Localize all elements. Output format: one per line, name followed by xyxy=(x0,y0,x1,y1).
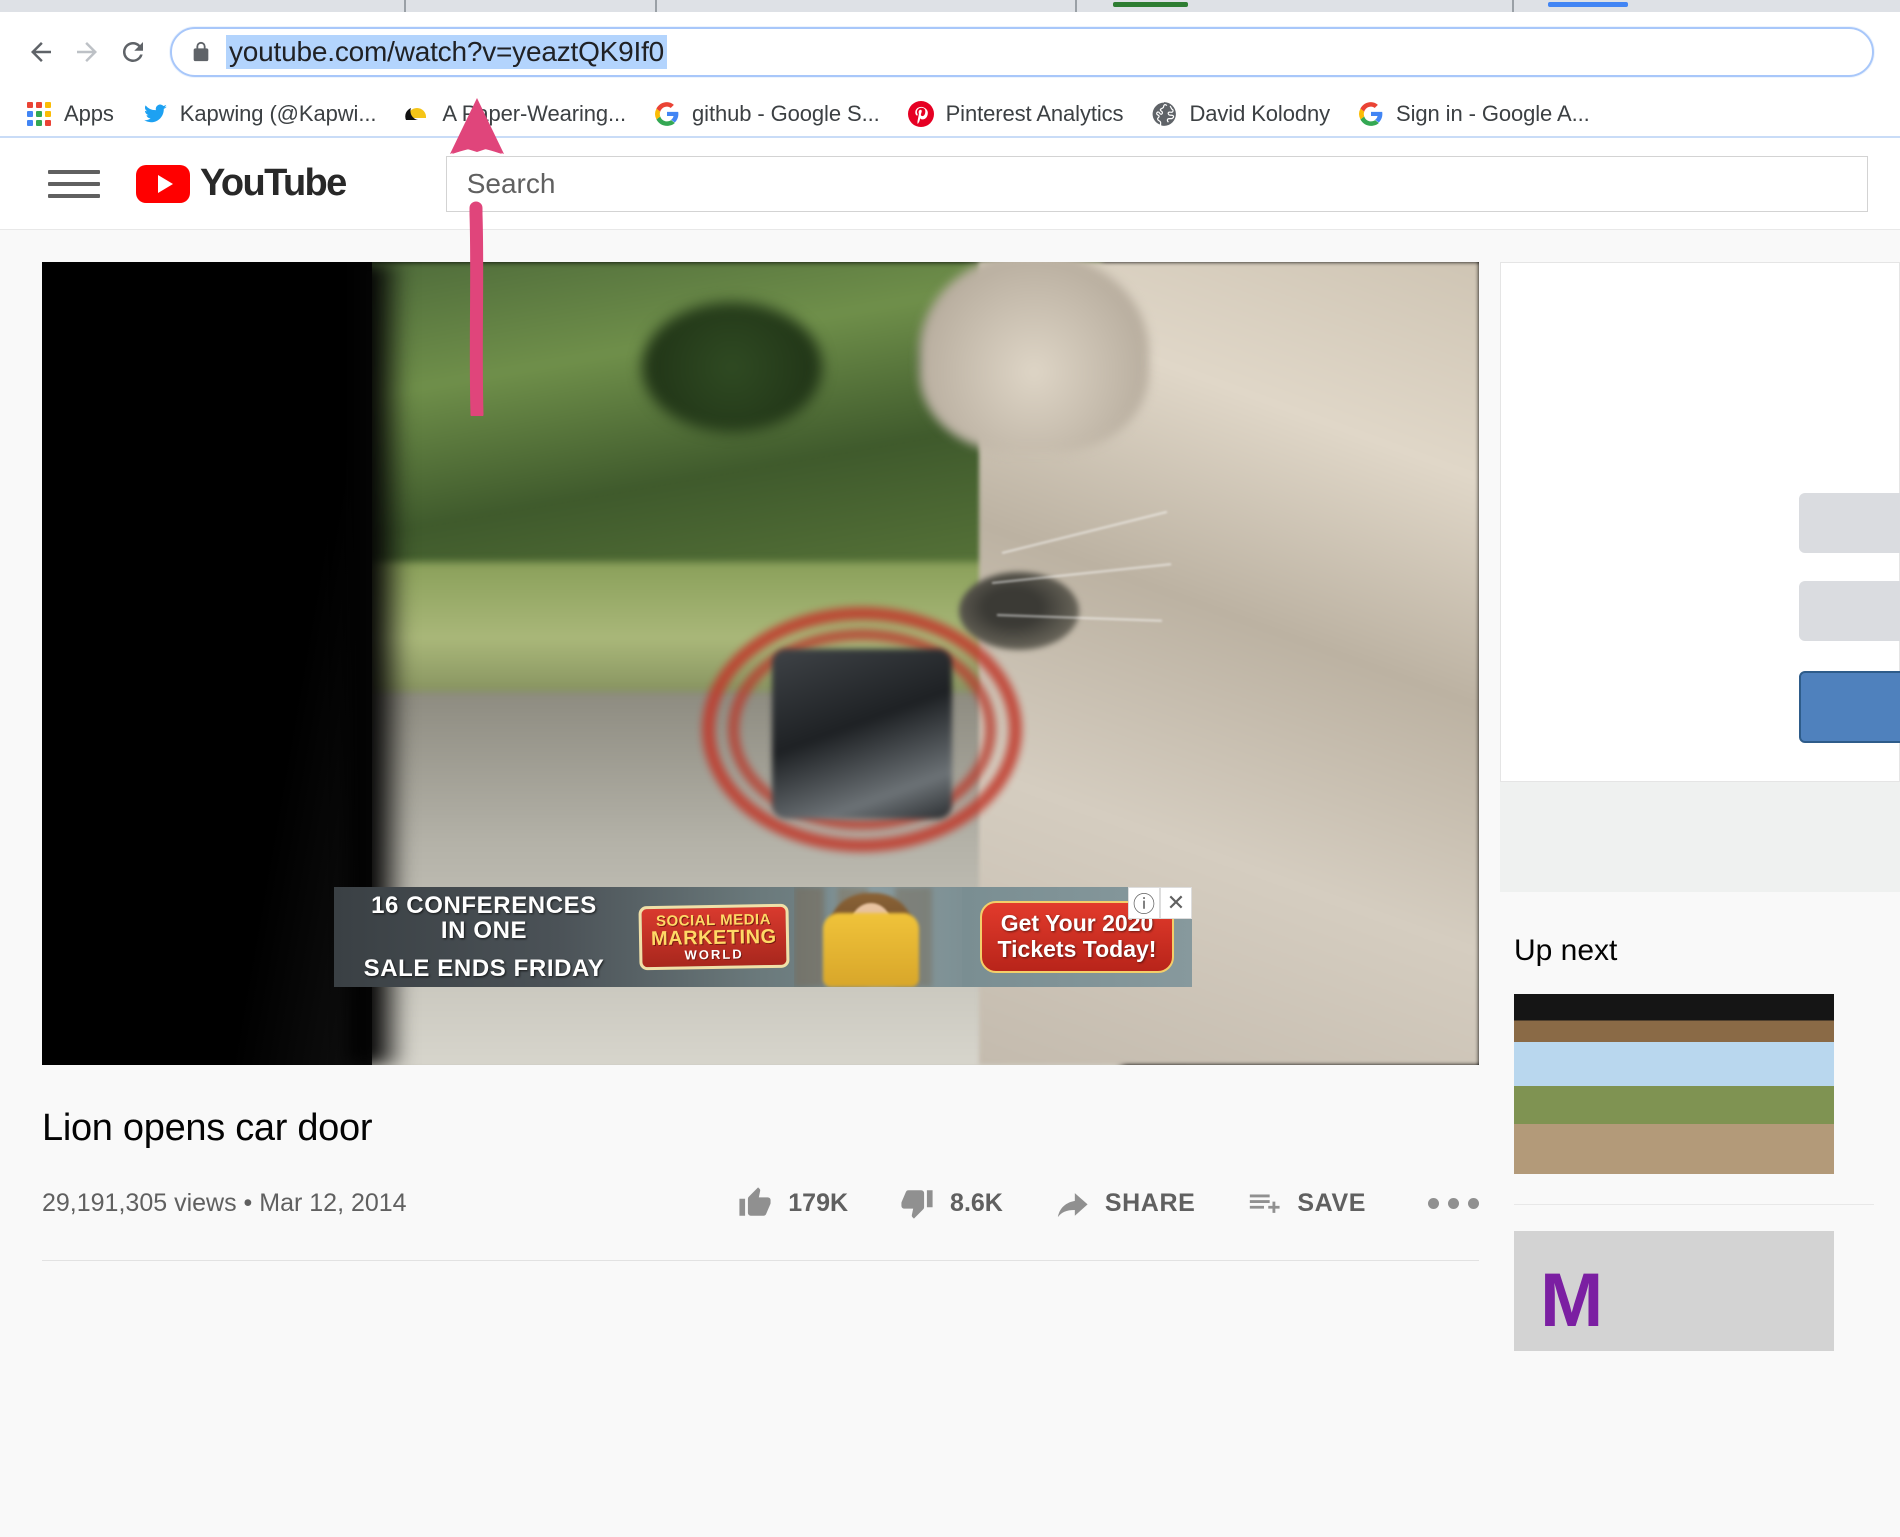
ad-headline: 16 CONFERENCES IN ONE SALE ENDS FRIDAY xyxy=(334,887,634,987)
like-button[interactable]: 179K xyxy=(738,1186,848,1220)
promo-placeholder-1[interactable] xyxy=(1799,493,1900,553)
info-icon[interactable]: ⓘ xyxy=(1128,887,1160,919)
bookmark-pinterest[interactable]: Pinterest Analytics xyxy=(894,97,1138,131)
up-next-label: Up next xyxy=(1514,934,1860,968)
like-count: 179K xyxy=(788,1189,848,1218)
bookmark-label: Kapwing (@Kapwi... xyxy=(180,101,377,127)
save-label: SAVE xyxy=(1297,1189,1366,1218)
search-placeholder: Search xyxy=(467,168,556,200)
back-button[interactable] xyxy=(18,29,64,75)
ad-line-3: SALE ENDS FRIDAY xyxy=(364,955,605,983)
view-count-and-date: 29,191,305 views • Mar 12, 2014 xyxy=(42,1189,407,1218)
related-video-thumbnail-2[interactable]: M xyxy=(1514,1231,1834,1351)
publish-date: Mar 12, 2014 xyxy=(259,1189,406,1217)
bookmark-apps[interactable]: Apps xyxy=(12,97,128,131)
ad-line-1: 16 CONFERENCES xyxy=(371,893,597,918)
bookmark-label: A Paper-Wearing... xyxy=(442,101,626,127)
ad-line-2: IN ONE xyxy=(441,918,527,943)
cap-icon xyxy=(404,101,430,127)
video-focus-ring xyxy=(702,607,1022,852)
sidebar-promo-footer xyxy=(1500,782,1900,892)
video-actions: 179K 8.6K xyxy=(686,1186,1479,1220)
youtube-play-icon xyxy=(136,165,190,203)
arrow-right-icon xyxy=(72,37,102,67)
bookmark-label: Pinterest Analytics xyxy=(946,101,1124,127)
metadata-divider xyxy=(42,1260,1479,1261)
forward-button[interactable] xyxy=(64,29,110,75)
hamburger-menu-icon[interactable] xyxy=(48,170,100,198)
bookmark-paper-wearing[interactable]: A Paper-Wearing... xyxy=(390,97,640,131)
youtube-body: 16 CONFERENCES IN ONE SALE ENDS FRIDAY S… xyxy=(0,230,1900,1351)
save-button[interactable]: SAVE xyxy=(1247,1186,1366,1220)
youtube-logo-text: YouTube xyxy=(200,162,346,205)
bookmark-label: David Kolodny xyxy=(1189,101,1330,127)
ad-brand-line-2: MARKETING xyxy=(651,927,777,949)
dislike-button[interactable]: 8.6K xyxy=(900,1186,1003,1220)
youtube-header: YouTube Search xyxy=(0,138,1900,230)
ad-controls: ⓘ ✕ xyxy=(1128,887,1192,919)
share-arrow-icon xyxy=(1055,1186,1089,1220)
view-count: 29,191,305 views xyxy=(42,1189,237,1217)
reload-button[interactable] xyxy=(110,29,156,75)
google-g-icon xyxy=(654,101,680,127)
ellipsis-icon[interactable] xyxy=(1428,1198,1479,1209)
globe-icon xyxy=(1151,101,1177,127)
promo-primary-button[interactable] xyxy=(1799,671,1900,743)
close-icon[interactable]: ✕ xyxy=(1160,887,1192,919)
meta-separator: • xyxy=(244,1189,253,1217)
bookmark-github[interactable]: github - Google S... xyxy=(640,97,894,131)
tab-strip xyxy=(0,0,1900,12)
browser-toolbar: youtube.com/watch?v=yeaztQK9If0 xyxy=(0,12,1900,91)
bookmarks-bar: Apps Kapwing (@Kapwi... A Paper-Wearing.… xyxy=(0,91,1900,138)
ad-person-photo xyxy=(794,887,962,987)
video-player[interactable]: 16 CONFERENCES IN ONE SALE ENDS FRIDAY S… xyxy=(42,262,1479,1065)
add-to-playlist-icon xyxy=(1247,1186,1281,1220)
sidebar-promo-card[interactable] xyxy=(1500,262,1900,782)
channel-letter-icon: M xyxy=(1540,1257,1603,1344)
browser-window: youtube.com/watch?v=yeaztQK9If0 Apps Kap… xyxy=(0,0,1900,1537)
apps-grid-icon xyxy=(26,101,52,127)
bookmark-kapwing[interactable]: Kapwing (@Kapwi... xyxy=(128,97,391,131)
bookmark-label: Sign in - Google A... xyxy=(1396,101,1590,127)
share-label: SHARE xyxy=(1105,1189,1196,1218)
thumbs-down-icon xyxy=(900,1186,934,1220)
bookmark-signin-google[interactable]: Sign in - Google A... xyxy=(1344,97,1604,131)
youtube-logo[interactable]: YouTube xyxy=(136,162,346,205)
ad-brand-logo: SOCIAL MEDIA MARKETING WORLD xyxy=(634,887,794,987)
page-title: Lion opens car door xyxy=(42,1107,1479,1150)
thumbs-up-icon xyxy=(738,1186,772,1220)
related-video-thumbnail[interactable] xyxy=(1514,994,1834,1174)
twitter-icon xyxy=(142,101,168,127)
pinterest-icon xyxy=(908,101,934,127)
sidebar-divider xyxy=(1514,1204,1874,1205)
address-bar[interactable]: youtube.com/watch?v=yeaztQK9If0 xyxy=(170,27,1874,77)
youtube-page: YouTube Search xyxy=(0,138,1900,1537)
video-metadata: Lion opens car door 29,191,305 views • M… xyxy=(42,1065,1479,1261)
secondary-column: Up next M xyxy=(1480,262,1860,1351)
url-text[interactable]: youtube.com/watch?v=yeaztQK9If0 xyxy=(226,35,667,69)
bookmark-label: github - Google S... xyxy=(692,101,880,127)
primary-column: 16 CONFERENCES IN ONE SALE ENDS FRIDAY S… xyxy=(0,262,1480,1351)
ad-cta-line-2: Tickets Today! xyxy=(998,937,1157,963)
dislike-count: 8.6K xyxy=(950,1189,1003,1218)
reload-icon xyxy=(118,37,148,67)
bookmark-label: Apps xyxy=(64,101,114,127)
lock-icon xyxy=(190,40,212,64)
promo-placeholder-2[interactable] xyxy=(1799,581,1900,641)
share-button[interactable]: SHARE xyxy=(1055,1186,1196,1220)
video-ad-overlay[interactable]: 16 CONFERENCES IN ONE SALE ENDS FRIDAY S… xyxy=(334,887,1192,987)
google-g-icon xyxy=(1358,101,1384,127)
search-input[interactable]: Search xyxy=(446,156,1868,212)
arrow-left-icon xyxy=(26,37,56,67)
video-stats-row: 29,191,305 views • Mar 12, 2014 179K xyxy=(42,1186,1479,1220)
bookmark-david-kolodny[interactable]: David Kolodny xyxy=(1137,97,1344,131)
